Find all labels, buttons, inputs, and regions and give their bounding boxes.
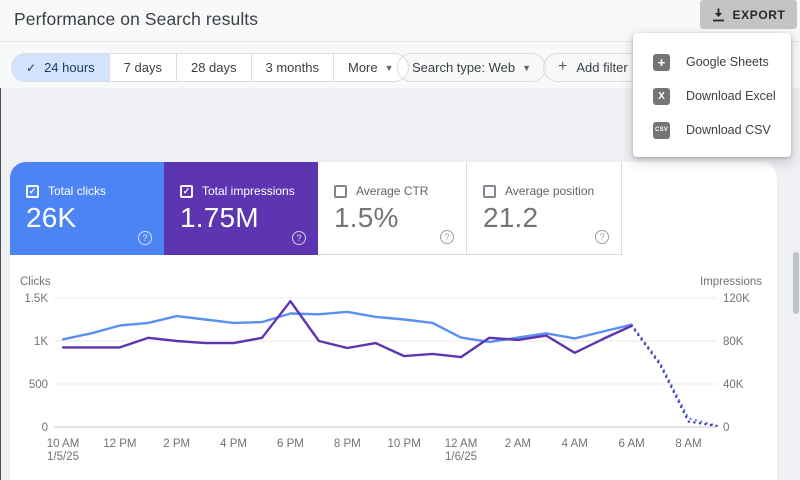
svg-text:2 AM: 2 AM: [505, 438, 531, 450]
metric-card-total-impressions[interactable]: ✓ Total impressions 1.75M ?: [164, 162, 318, 255]
checkbox-checked-icon[interactable]: ✓: [180, 184, 193, 198]
check-icon: ✓: [26, 60, 37, 75]
csv-icon: CSV: [653, 121, 670, 139]
menu-item-label: Download Excel: [686, 89, 776, 103]
metric-card-average-position[interactable]: ✓ Average position 21.2 ?: [467, 162, 622, 255]
checkbox-unchecked-icon[interactable]: ✓: [334, 184, 347, 198]
chip-28-days[interactable]: 28 days: [175, 54, 251, 81]
svg-text:1/5/25: 1/5/25: [47, 451, 79, 463]
checkbox-unchecked-icon[interactable]: ✓: [483, 184, 496, 198]
svg-text:12 AM: 12 AM: [445, 438, 478, 450]
help-icon[interactable]: ?: [138, 231, 152, 245]
svg-text:10 AM: 10 AM: [47, 438, 80, 450]
help-icon[interactable]: ?: [440, 230, 454, 244]
metric-value: 26K: [26, 202, 77, 233]
svg-text:8 AM: 8 AM: [675, 438, 701, 450]
metric-label: Average position: [505, 184, 595, 198]
svg-text:40K: 40K: [723, 379, 744, 391]
metric-label: Total clicks: [48, 184, 107, 198]
svg-text:8 PM: 8 PM: [334, 438, 361, 450]
chevron-down-icon: ▼: [522, 62, 532, 73]
search-type-chip[interactable]: Search type: Web ▼: [397, 53, 547, 82]
svg-text:12 PM: 12 PM: [103, 438, 136, 450]
menu-item-google-sheets[interactable]: + Google Sheets: [633, 45, 791, 79]
help-icon[interactable]: ?: [595, 230, 609, 244]
svg-text:1K: 1K: [34, 336, 48, 348]
svg-text:1.5K: 1.5K: [24, 293, 48, 305]
scrollbar-thumb[interactable]: [793, 252, 799, 314]
svg-text:10 PM: 10 PM: [388, 438, 421, 450]
svg-text:1/6/25: 1/6/25: [445, 451, 477, 463]
chip-24-hours[interactable]: ✓ 24 hours: [12, 54, 109, 81]
search-type-label: Search type: Web: [412, 60, 516, 75]
checkbox-checked-icon[interactable]: ✓: [26, 184, 39, 198]
menu-item-download-csv[interactable]: CSV Download CSV: [633, 113, 791, 147]
help-icon[interactable]: ?: [292, 231, 306, 245]
metric-card-total-clicks[interactable]: ✓ Total clicks 26K ?: [10, 162, 164, 255]
metric-card-average-ctr[interactable]: ✓ Average CTR 1.5% ?: [318, 162, 467, 255]
export-button[interactable]: EXPORT: [700, 0, 797, 29]
metric-value: 1.75M: [180, 202, 259, 233]
svg-text:0: 0: [723, 422, 729, 434]
chip-label: 24 hours: [44, 60, 95, 75]
performance-chart[interactable]: 1.5K 1K 500 0 120K 80K 40K 0 10 AM1/5/25 12 PM 2 P…: [0, 265, 800, 470]
svg-text:6 PM: 6 PM: [277, 438, 304, 450]
svg-text:4 PM: 4 PM: [220, 438, 247, 450]
google-sheets-icon: +: [653, 53, 670, 71]
plus-icon: +: [558, 58, 568, 75]
svg-text:0: 0: [42, 422, 48, 434]
svg-text:80K: 80K: [723, 336, 744, 348]
excel-icon: X: [653, 87, 670, 105]
date-range-chip-group: ✓ 24 hours 7 days 28 days 3 months More …: [11, 53, 409, 82]
menu-item-label: Download CSV: [686, 123, 771, 137]
svg-text:4 AM: 4 AM: [562, 438, 588, 450]
menu-item-label: Google Sheets: [686, 55, 769, 69]
metric-value: 1.5%: [334, 202, 399, 233]
chip-label: 3 months: [265, 60, 319, 75]
export-menu: + Google Sheets X Download Excel CSV Dow…: [633, 33, 791, 157]
svg-text:120K: 120K: [723, 293, 750, 305]
page-title: Performance on Search results: [14, 9, 259, 29]
metric-value: 21.2: [483, 202, 539, 233]
svg-text:6 AM: 6 AM: [618, 438, 644, 450]
chip-label: 7 days: [123, 60, 162, 75]
search-console-performance-page: Performance on Search results ✓ 24 hours…: [0, 0, 800, 480]
menu-item-download-excel[interactable]: X Download Excel: [633, 79, 791, 113]
add-filter-label: Add filter: [576, 60, 628, 75]
chip-3-months[interactable]: 3 months: [250, 54, 333, 81]
metric-label: Total impressions: [202, 184, 295, 198]
chip-7-days[interactable]: 7 days: [108, 54, 176, 81]
chevron-down-icon: ▼: [384, 62, 394, 73]
export-label: EXPORT: [732, 7, 786, 22]
chip-label: More: [348, 60, 378, 75]
svg-text:500: 500: [29, 379, 48, 391]
svg-text:2 PM: 2 PM: [163, 438, 190, 450]
metric-label: Average CTR: [356, 184, 429, 198]
chip-label: 28 days: [190, 60, 237, 75]
download-icon: [712, 8, 724, 21]
